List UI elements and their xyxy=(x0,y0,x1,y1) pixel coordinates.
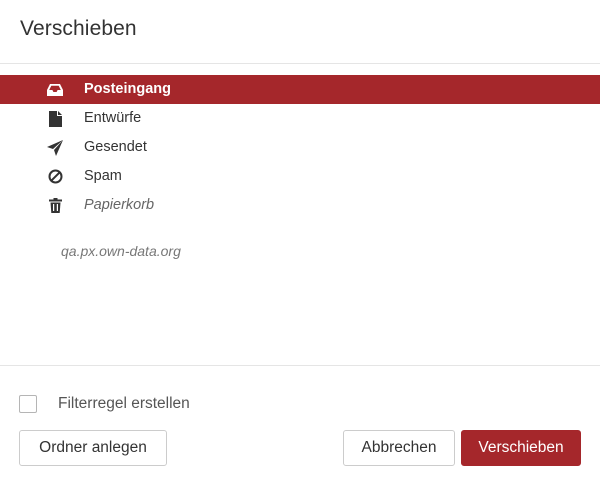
dialog-header: Verschieben xyxy=(0,0,600,64)
filter-rule-checkbox[interactable] xyxy=(19,395,37,413)
folder-item-spam[interactable]: Spam xyxy=(0,162,600,191)
file-icon xyxy=(46,104,64,133)
dialog-body: Posteingang Entwürfe Gesendet Spam Papie… xyxy=(0,64,600,365)
filter-rule-row: Filterregel erstellen xyxy=(19,395,190,413)
folder-item-posteingang[interactable]: Posteingang xyxy=(0,75,600,104)
folder-item-papierkorb[interactable]: Papierkorb xyxy=(0,191,600,220)
folder-label: Spam xyxy=(84,168,122,184)
account-label: qa.px.own-data.org xyxy=(61,243,181,259)
folder-label: Posteingang xyxy=(84,81,172,97)
cancel-button[interactable]: Abbrechen xyxy=(343,430,455,466)
dialog-footer: Filterregel erstellen Ordner anlegen Abb… xyxy=(0,365,600,483)
ban-icon xyxy=(46,162,64,191)
folder-label: Gesendet xyxy=(84,139,147,155)
filter-rule-label[interactable]: Filterregel erstellen xyxy=(58,395,190,413)
dialog-title: Verschieben xyxy=(20,17,137,40)
move-button[interactable]: Verschieben xyxy=(461,430,581,466)
inbox-icon xyxy=(46,75,64,104)
create-folder-button[interactable]: Ordner anlegen xyxy=(19,430,167,466)
folder-label: Entwürfe xyxy=(84,110,142,126)
trash-icon xyxy=(46,191,64,220)
folder-label: Papierkorb xyxy=(84,197,155,213)
paper-plane-icon xyxy=(46,133,64,162)
move-dialog: Verschieben Posteingang Entwürfe Gesende… xyxy=(0,0,600,483)
folder-list: Posteingang Entwürfe Gesendet Spam Papie… xyxy=(0,75,600,220)
folder-item-entwuerfe[interactable]: Entwürfe xyxy=(0,104,600,133)
folder-item-gesendet[interactable]: Gesendet xyxy=(0,133,600,162)
